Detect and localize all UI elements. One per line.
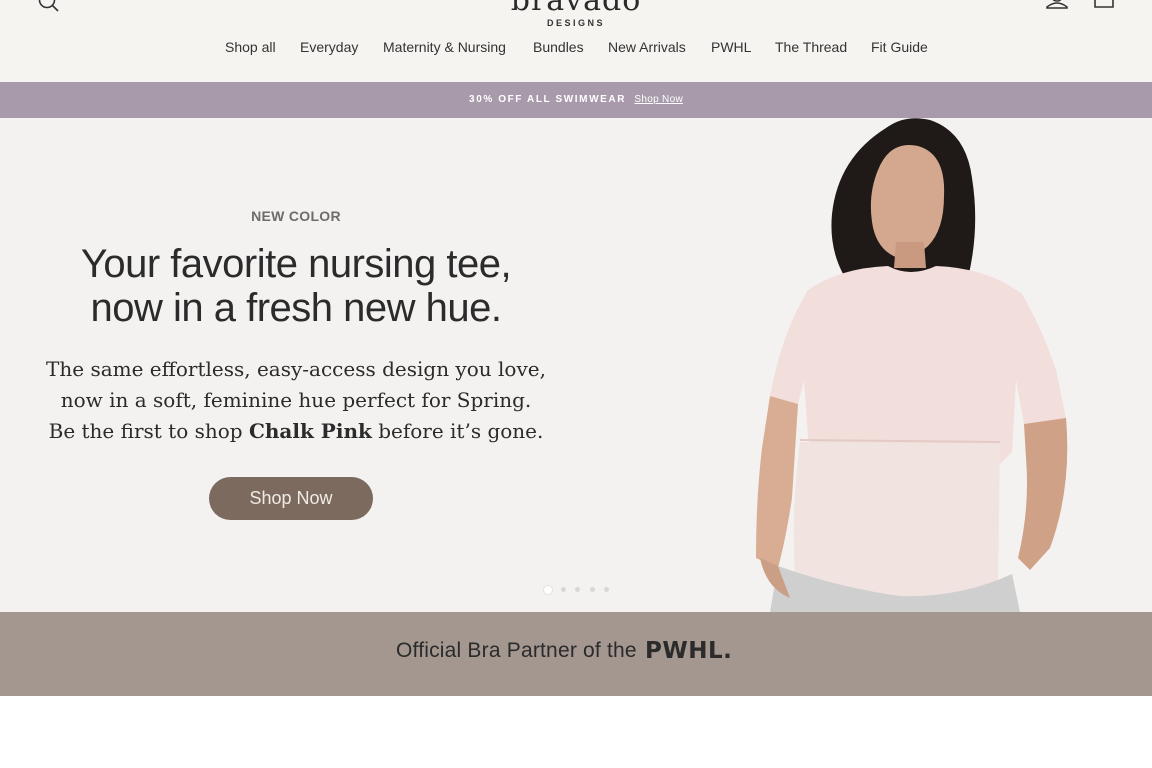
hero-description-text: before it’s gone. xyxy=(378,419,544,443)
slide-dot-3[interactable] xyxy=(575,587,580,592)
nav-item-the-thread[interactable]: The Thread xyxy=(775,39,847,55)
promo-banner: 30% OFF ALL SWIMWEAR Shop Now xyxy=(0,82,1152,118)
slide-dot-2[interactable] xyxy=(561,587,566,592)
nav-item-new-arrivals[interactable]: New Arrivals xyxy=(608,39,686,55)
site-logo[interactable]: bravado DESIGNS xyxy=(496,0,656,28)
partner-text: Official Bra Partner of the xyxy=(396,639,637,662)
pwhl-logo[interactable]: PWHL. xyxy=(645,638,732,664)
hero-eyebrow: NEW COLOR xyxy=(251,208,341,224)
page-content-below xyxy=(0,696,1152,768)
hero-description-line: now in a soft, feminine hue perfect for … xyxy=(60,388,532,412)
hero-slideshow: NEW COLOR Your favorite nursing tee, now… xyxy=(0,118,1152,612)
logo-subtitle: DESIGNS xyxy=(546,18,605,28)
hero-headline: Your favorite nursing tee, now in a fres… xyxy=(46,242,546,330)
account-icon[interactable] xyxy=(1045,0,1069,15)
hero-description-line: The same effortless, easy-access design … xyxy=(46,357,546,381)
search-icon[interactable] xyxy=(36,0,60,14)
hero-description-line: Be the first to shop Chalk Pink before i… xyxy=(36,416,556,447)
hero-shop-now-button[interactable]: Shop Now xyxy=(209,477,373,520)
color-name-highlight: Chalk Pink xyxy=(248,419,372,443)
nav-item-maternity-nursing[interactable]: Maternity & Nursing xyxy=(383,39,506,55)
logo-wordmark: bravado xyxy=(510,0,642,18)
main-navigation: Shop all Everyday Maternity & Nursing Bu… xyxy=(0,39,1152,59)
slideshow-pagination xyxy=(540,586,620,596)
partner-banner: Official Bra Partner of the PWHL. xyxy=(0,612,1152,696)
nav-item-fit-guide[interactable]: Fit Guide xyxy=(871,39,928,55)
slide-dot-4[interactable] xyxy=(590,587,595,592)
promo-shop-now-link[interactable]: Shop Now xyxy=(634,94,683,105)
hero-description-text: Be the first to shop xyxy=(48,419,243,443)
slide-dot-1[interactable] xyxy=(544,586,552,594)
slide-dot-5[interactable] xyxy=(604,587,609,592)
hero-model-image xyxy=(756,118,1068,612)
nav-item-bundles[interactable]: Bundles xyxy=(533,39,584,55)
nav-item-pwhl[interactable]: PWHL xyxy=(711,39,751,55)
hero-description: The same effortless, easy-access design … xyxy=(36,354,556,447)
pwhl-logo-text: PWHL xyxy=(645,638,724,664)
pwhl-logo-dot: . xyxy=(723,638,733,664)
hero-headline-line: now in a fresh new hue. xyxy=(90,286,502,330)
nav-item-shop-all[interactable]: Shop all xyxy=(225,39,276,55)
nav-item-everyday[interactable]: Everyday xyxy=(300,39,358,55)
hero-headline-line: Your favorite nursing tee, xyxy=(80,242,512,286)
site-header: bravado DESIGNS Shop all Everyday Matern… xyxy=(0,0,1152,82)
promo-text: 30% OFF ALL SWIMWEAR xyxy=(469,94,627,105)
cart-icon[interactable] xyxy=(1092,0,1116,14)
